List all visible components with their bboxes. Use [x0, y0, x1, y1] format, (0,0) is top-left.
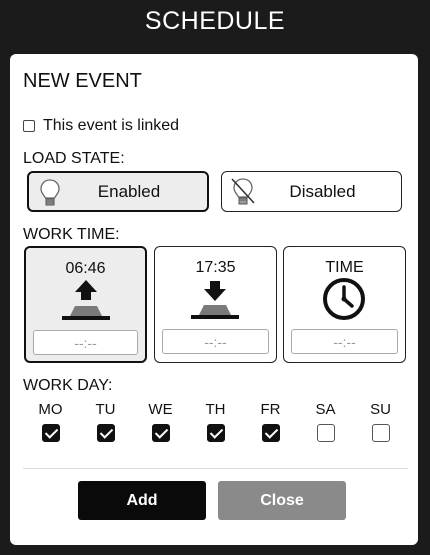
app-title: SCHEDULE: [144, 7, 286, 35]
day-mo: MO: [23, 401, 78, 442]
custom-time-label: TIME: [325, 259, 364, 276]
load-state-label: LOAD STATE:: [23, 150, 125, 167]
load-enabled-button[interactable]: Enabled: [27, 171, 209, 212]
day-label: WE: [148, 401, 173, 418]
day-su: SU: [353, 401, 408, 442]
load-disabled-button[interactable]: Disabled: [221, 171, 402, 212]
work-day-row: MO TU WE TH FR SA SU: [23, 401, 408, 442]
sunrise-time: 06:46: [65, 260, 106, 277]
lightbulb-off-icon: [231, 178, 255, 205]
day-checkbox-tu[interactable]: [96, 424, 115, 442]
linked-label: This event is linked: [43, 117, 180, 134]
lightbulb-icon: [40, 179, 60, 206]
add-button[interactable]: Add: [78, 481, 206, 520]
day-checkbox-we[interactable]: [151, 424, 170, 442]
panel-heading: NEW EVENT: [23, 70, 142, 92]
day-fr: FR: [243, 401, 298, 442]
close-button[interactable]: Close: [218, 481, 346, 520]
linked-checkbox-row[interactable]: This event is linked: [23, 117, 179, 135]
day-sa: SA: [298, 401, 353, 442]
work-time-card-sunrise[interactable]: 06:46 --:--: [24, 246, 147, 363]
clock-icon: [323, 278, 365, 320]
sunset-time-input[interactable]: --:--: [162, 329, 269, 354]
sunset-time: 17:35: [195, 259, 236, 276]
day-label: TH: [205, 401, 226, 418]
work-time-label: WORK TIME:: [23, 226, 120, 243]
sunset-icon: [191, 281, 239, 319]
day-checkbox-mo[interactable]: [41, 424, 60, 442]
day-th: TH: [188, 401, 243, 442]
day-label: MO: [38, 401, 63, 418]
linked-checkbox[interactable]: [23, 120, 35, 132]
day-label: TU: [95, 401, 116, 418]
work-time-card-custom[interactable]: TIME --:--: [283, 246, 406, 363]
day-checkbox-sa[interactable]: [316, 424, 335, 442]
work-day-label: WORK DAY:: [23, 377, 113, 394]
day-label: SU: [370, 401, 391, 418]
sunrise-time-input[interactable]: --:--: [33, 330, 138, 355]
custom-time-input[interactable]: --:--: [291, 329, 398, 354]
day-checkbox-su[interactable]: [371, 424, 390, 442]
new-event-panel: NEW EVENT This event is linked LOAD STAT…: [10, 54, 418, 545]
work-time-card-sunset[interactable]: 17:35 --:--: [154, 246, 277, 363]
day-label: SA: [315, 401, 336, 418]
day-we: WE: [133, 401, 188, 442]
sunrise-icon: [62, 280, 110, 320]
day-checkbox-th[interactable]: [206, 424, 225, 442]
day-label: FR: [260, 401, 281, 418]
day-checkbox-fr[interactable]: [261, 424, 280, 442]
day-tu: TU: [78, 401, 133, 442]
divider: [23, 468, 408, 469]
